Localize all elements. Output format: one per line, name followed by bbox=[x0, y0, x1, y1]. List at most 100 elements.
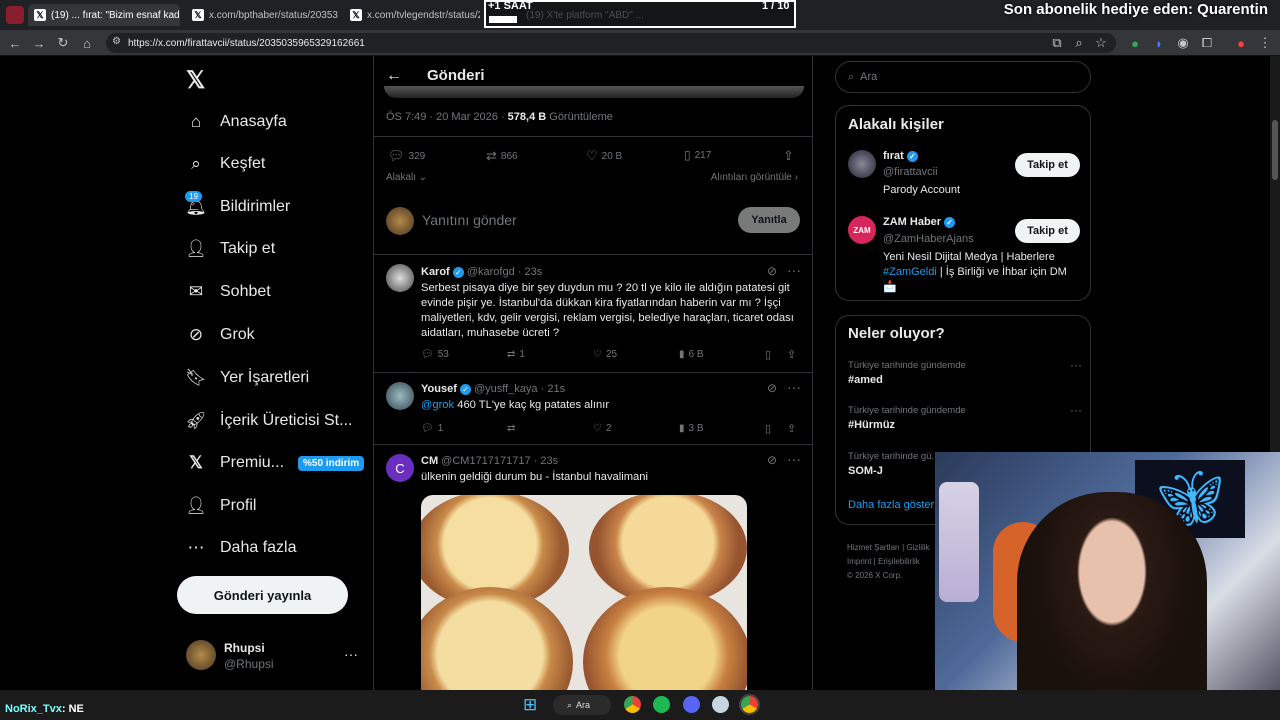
avatar[interactable] bbox=[386, 382, 414, 410]
nav-item-grok[interactable]: ⊘ Grok bbox=[186, 320, 255, 350]
extension-icon[interactable]: ◗ bbox=[1150, 34, 1168, 52]
nav-item-home[interactable]: ⌂ Anasayfa bbox=[186, 107, 287, 137]
bookmark-star-icon[interactable]: ☆ bbox=[1092, 34, 1110, 52]
reply-stat[interactable]: 💬︎ 1 bbox=[421, 423, 443, 434]
person-handle[interactable]: @firattavcii bbox=[883, 166, 938, 178]
like-stat[interactable]: ♡ 2 bbox=[593, 423, 612, 434]
nav-item-more[interactable]: ⋯ Daha fazla bbox=[186, 533, 297, 563]
sort-dropdown[interactable]: Alakalı ⌄ bbox=[386, 172, 427, 183]
extension-icon[interactable]: ● bbox=[1126, 34, 1144, 52]
views-stat[interactable]: ▮ 6 B bbox=[679, 349, 704, 360]
more-icon[interactable]: ··· bbox=[787, 262, 801, 278]
browser-menu-icon[interactable]: ⋮ bbox=[1256, 34, 1274, 52]
taskbar-search[interactable]: ⌕ Ara bbox=[553, 695, 611, 715]
person-name[interactable]: fırat ✓ bbox=[883, 150, 918, 162]
footer-link[interactable]: Gizlilik bbox=[906, 543, 929, 552]
author-name[interactable]: Yousef bbox=[421, 383, 457, 395]
trend-item[interactable]: Türkiye tarihinde gündemde #Hürmüz ··· bbox=[848, 403, 1082, 435]
follow-button[interactable]: Takip et bbox=[1015, 219, 1080, 243]
person-handle[interactable]: @ZamHaberAjans bbox=[883, 233, 974, 245]
chrome-app-icon[interactable] bbox=[739, 694, 760, 715]
author-name[interactable]: CM bbox=[421, 455, 438, 467]
reply-input[interactable]: Yanıtını gönder bbox=[422, 212, 517, 228]
reply-time[interactable]: · 21s bbox=[541, 383, 565, 395]
scrollbar-thumb[interactable] bbox=[1272, 120, 1278, 180]
reply-card[interactable]: Karof ✓ @karofgd · 23s ⊘ ··· Serbest pis… bbox=[374, 254, 812, 372]
url-input[interactable]: ⚙ https://x.com/firattavcii/status/20350… bbox=[106, 33, 1116, 53]
footer-link[interactable]: Imprint bbox=[847, 557, 871, 566]
back-icon[interactable]: ← bbox=[6, 34, 24, 52]
spotify-app-icon[interactable] bbox=[653, 696, 670, 713]
views-stat[interactable]: ▮ 3 B bbox=[679, 423, 704, 434]
share-icon[interactable]: ⇪ bbox=[787, 348, 796, 361]
nav-item-creator-studio[interactable]: 🚀︎ İçerik Üreticisi St... bbox=[185, 406, 352, 436]
like-stat[interactable]: ♡ 25 bbox=[593, 349, 617, 360]
nav-item-profile[interactable]: 👤︎ Profil bbox=[185, 491, 256, 521]
reply-time[interactable]: · 23s bbox=[518, 266, 542, 278]
author-handle[interactable]: @yusff_kaya bbox=[474, 383, 538, 395]
post-image[interactable] bbox=[421, 495, 747, 720]
reply-card[interactable]: Yousef ✓ @yusff_kaya · 21s ⊘ ··· @grok 4… bbox=[374, 372, 812, 444]
account-switcher[interactable]: Rhupsi @Rhupsi ··· bbox=[186, 640, 361, 672]
mention-link[interactable]: @grok bbox=[421, 399, 454, 411]
more-icon[interactable]: ··· bbox=[1070, 403, 1082, 417]
nav-item-chat[interactable]: ✉ Sohbet bbox=[186, 277, 271, 307]
site-info-icon[interactable]: ⚙ bbox=[112, 36, 121, 47]
avatar[interactable] bbox=[848, 150, 876, 178]
home-icon[interactable]: ⌂ bbox=[78, 34, 96, 52]
bookmark-icon[interactable]: ▯ bbox=[765, 422, 771, 435]
forward-icon[interactable]: → bbox=[30, 34, 48, 52]
nav-item-follow[interactable]: 👤︎ Takip et bbox=[185, 234, 275, 264]
search-input[interactable]: ⌕ Ara bbox=[835, 61, 1091, 93]
author-handle[interactable]: @CM1717171717 bbox=[441, 455, 530, 467]
more-icon[interactable]: ··· bbox=[787, 451, 801, 467]
chrome-app-icon[interactable] bbox=[624, 696, 641, 713]
bookmark-stat[interactable]: ▯ 217 bbox=[684, 148, 711, 162]
x-logo-icon[interactable]: 𝕏 bbox=[186, 66, 205, 95]
nav-item-notifications[interactable]: 🔔︎ 19 Bildirimler bbox=[185, 191, 290, 222]
avatar[interactable]: C bbox=[386, 454, 414, 482]
reply-stat[interactable]: 💬︎ 53 bbox=[421, 349, 449, 360]
grok-explain-icon[interactable]: ⊘ bbox=[767, 381, 777, 395]
author-name[interactable]: Karof bbox=[421, 266, 450, 278]
reply-stat[interactable]: 💬︎ 329 bbox=[388, 148, 425, 164]
discord-app-icon[interactable] bbox=[683, 696, 700, 713]
follow-button[interactable]: Takip et bbox=[1015, 153, 1080, 177]
footer-link[interactable]: Hizmet Şartları bbox=[847, 543, 900, 552]
account-more-icon[interactable]: ··· bbox=[344, 646, 358, 662]
reply-button[interactable]: Yanıtla bbox=[738, 207, 800, 233]
more-icon[interactable]: ··· bbox=[1070, 358, 1082, 372]
share-icon[interactable]: ⇪ bbox=[787, 422, 796, 435]
more-icon[interactable]: ··· bbox=[787, 379, 801, 395]
post-button[interactable]: Gönderi yayınla bbox=[177, 576, 348, 614]
grok-explain-icon[interactable]: ⊘ bbox=[767, 453, 777, 467]
zoom-icon[interactable]: ⌕ bbox=[1070, 34, 1088, 52]
share-icon[interactable]: ⇪ bbox=[783, 148, 794, 164]
repost-stat[interactable]: ⇄ 1 bbox=[507, 349, 525, 360]
reply-card[interactable]: C CM @CM1717171717 · 23s ⊘ ··· ülkenin g… bbox=[374, 444, 812, 720]
back-arrow-icon[interactable]: ← bbox=[386, 67, 402, 85]
show-more-link[interactable]: Daha fazla göster bbox=[848, 499, 934, 511]
footer-link[interactable]: Erişilebilirlik bbox=[878, 557, 920, 566]
grok-explain-icon[interactable]: ⊘ bbox=[767, 264, 777, 278]
reload-icon[interactable]: ↻ bbox=[54, 34, 72, 52]
browser-tab-1[interactable]: 𝕏 (19) ... fırat: "Bizim esnaf kad... ✕ bbox=[28, 4, 180, 26]
repost-stat[interactable]: ⇄ 866 bbox=[486, 148, 518, 164]
like-stat[interactable]: ♡ 20 B bbox=[586, 148, 622, 164]
browser-profile-icon[interactable] bbox=[6, 6, 24, 24]
extension-icon[interactable]: ◉ bbox=[1174, 34, 1192, 52]
browser-tab-3[interactable]: 𝕏 x.com/tvlegendstr/status/2035... bbox=[344, 4, 480, 26]
hashtag-link[interactable]: #ZamGeldi bbox=[883, 266, 937, 278]
person-name[interactable]: ZAM Haber ✓ bbox=[883, 216, 956, 228]
profile-avatar-icon[interactable]: ● bbox=[1232, 34, 1250, 52]
trend-item[interactable]: Türkiye tarihinde gündemde #amed ··· bbox=[848, 358, 1082, 390]
start-button[interactable]: ⊞ bbox=[523, 696, 540, 713]
bookmark-icon[interactable]: ▯ bbox=[765, 348, 771, 361]
reply-time[interactable]: · 23s bbox=[534, 455, 558, 467]
nav-item-premium[interactable]: 𝕏 Premiu... %50 indirim bbox=[186, 448, 365, 478]
nav-item-explore[interactable]: ⌕ Keşfet bbox=[186, 149, 265, 179]
install-icon[interactable]: ⧉ bbox=[1048, 34, 1066, 52]
avatar[interactable] bbox=[386, 264, 414, 292]
steam-app-icon[interactable] bbox=[712, 696, 729, 713]
extensions-puzzle-icon[interactable]: ⧠ bbox=[1198, 34, 1216, 52]
